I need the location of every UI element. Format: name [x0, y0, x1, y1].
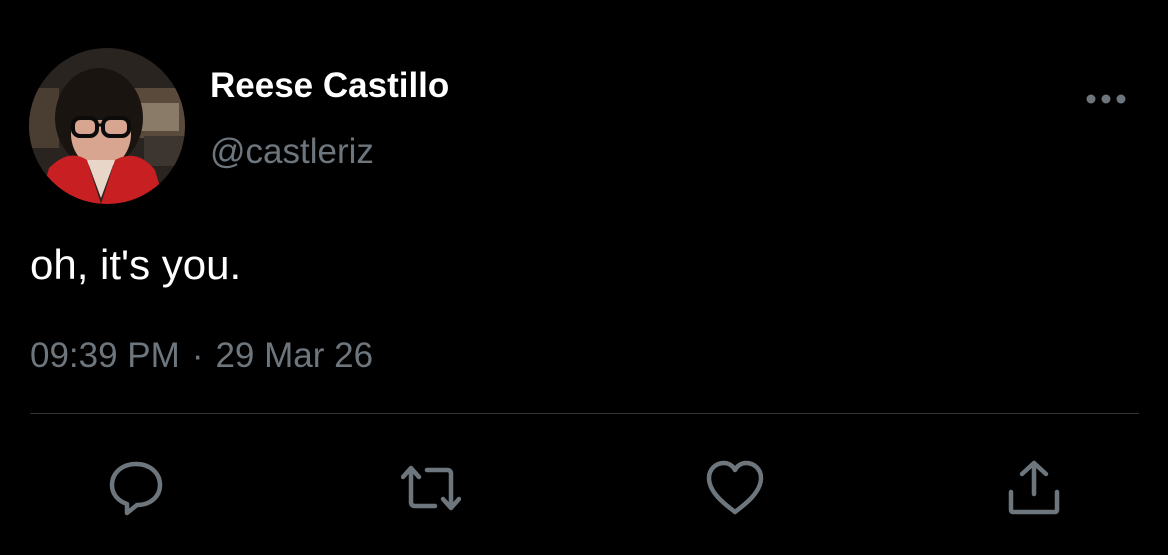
divider	[30, 413, 1139, 414]
author-handle[interactable]: @castleriz	[210, 132, 374, 172]
tweet-time[interactable]: 09:39 PM	[30, 336, 180, 375]
meta-separator: ·	[191, 336, 204, 375]
tweet-timestamp: 09:39 PM · 29 Mar 26	[30, 336, 373, 376]
avatar-photo	[29, 48, 185, 204]
tweet-text: oh, it's you.	[30, 241, 242, 288]
tweet-date[interactable]: 29 Mar 26	[215, 336, 373, 375]
retweet-button[interactable]	[401, 458, 461, 518]
like-button[interactable]	[705, 458, 765, 518]
author-display-name[interactable]: Reese Castillo	[210, 66, 449, 106]
share-upload-icon	[1008, 460, 1060, 515]
retweet-arrows-icon	[401, 465, 461, 511]
reply-button[interactable]	[106, 458, 166, 518]
share-button[interactable]	[1004, 458, 1064, 518]
avatar[interactable]	[29, 48, 185, 204]
more-options-button[interactable]	[1082, 84, 1130, 114]
heart-icon	[706, 460, 764, 515]
tweet-detail: Reese Castillo @castleriz oh, it's you. …	[0, 0, 1168, 555]
speech-bubble-icon	[109, 461, 163, 516]
more-dots-icon	[1086, 94, 1126, 104]
